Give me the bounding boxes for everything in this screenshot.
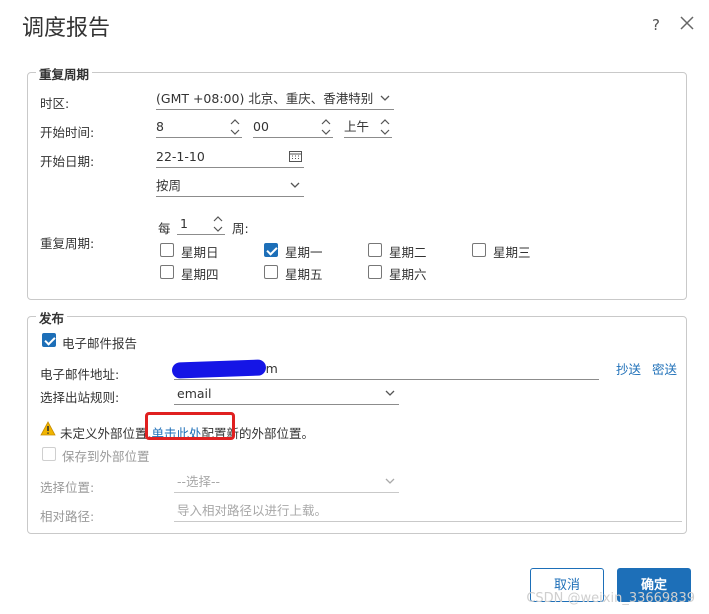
weekday-label: 星期四: [181, 267, 219, 282]
weekday-checkbox[interactable]: [264, 265, 278, 279]
weekday-checkbox[interactable]: [160, 265, 174, 279]
outbound-rule-value: email: [177, 386, 212, 401]
start-date-value: 22-1-10: [156, 149, 205, 164]
watermark: CSDN @weixin_33669839: [526, 591, 695, 606]
start-time-label: 开始时间:: [40, 125, 95, 140]
weekday-checkbox[interactable]: [368, 265, 382, 279]
repeat-section-legend: 重复周期: [36, 64, 93, 83]
spinner-icon: [321, 119, 331, 135]
help-button[interactable]: ?: [652, 16, 660, 34]
ampm-value: 上午: [344, 119, 370, 134]
select-location-select[interactable]: --选择--: [174, 472, 399, 493]
every-unit: 周:: [232, 221, 249, 236]
spinner-icon: [230, 119, 240, 135]
select-location-label: 选择位置:: [40, 480, 95, 495]
weekday-checkbox[interactable]: [264, 243, 278, 257]
chevron-down-icon: [380, 95, 390, 101]
select-location-placeholder: --选择--: [177, 474, 221, 489]
spinner-icon: [380, 119, 390, 135]
timezone-select[interactable]: (GMT +08:00) 北京、重庆、香港特别: [156, 89, 394, 110]
timezone-label: 时区:: [40, 96, 70, 111]
chevron-down-icon: [385, 478, 395, 484]
ampm-stepper[interactable]: 上午: [344, 117, 392, 138]
relative-path-placeholder: 导入相对路径以进行上载。: [177, 503, 328, 518]
chevron-down-icon: [385, 390, 395, 396]
cc-link[interactable]: 抄送: [616, 359, 641, 378]
warning-prefix: 未定义外部位置,: [60, 426, 152, 441]
weekday-label: 星期六: [389, 267, 427, 282]
chevron-down-icon: [290, 182, 300, 188]
minute-value: 00: [253, 119, 269, 134]
every-stepper[interactable]: 1: [177, 214, 225, 235]
redaction-scribble: [171, 359, 267, 379]
outbound-rule-select[interactable]: email: [174, 384, 399, 405]
minute-stepper[interactable]: 00: [253, 117, 333, 138]
relative-path-input[interactable]: 导入相对路径以进行上载。: [174, 501, 682, 522]
start-date-label: 开始日期:: [40, 154, 95, 169]
frequency-select[interactable]: 按周: [156, 176, 304, 197]
publish-section-legend: 发布: [36, 308, 68, 327]
email-report-label: 电子邮件报告: [62, 336, 138, 351]
start-date-field[interactable]: 22-1-10: [156, 147, 304, 168]
hour-value: 8: [156, 119, 164, 134]
save-external-label: 保存到外部位置: [62, 449, 150, 464]
warning-icon: [40, 421, 56, 436]
highlight-box: [145, 412, 235, 440]
frequency-value: 按周: [156, 178, 182, 193]
weekday-label: 星期一: [285, 245, 323, 260]
email-address-label: 电子邮件地址:: [40, 367, 120, 382]
weekday-label: 星期日: [181, 245, 219, 260]
repeat-label: 重复周期:: [40, 236, 95, 251]
every-value: 1: [180, 216, 188, 231]
hour-stepper[interactable]: 8: [156, 117, 242, 138]
timezone-value: (GMT +08:00) 北京、重庆、香港特别: [156, 91, 374, 106]
relative-path-label: 相对路径:: [40, 509, 95, 524]
weekday-label: 星期五: [285, 267, 323, 282]
weekday-label: 星期二: [389, 245, 427, 260]
outbound-rule-label: 选择出站规则:: [40, 390, 120, 405]
dialog-title: 调度报告: [22, 16, 111, 41]
weekday-label: 星期三: [493, 245, 531, 260]
weekday-checkbox[interactable]: [368, 243, 382, 257]
bcc-link[interactable]: 密送: [652, 359, 677, 378]
weekday-checkbox[interactable]: [472, 243, 486, 257]
calendar-icon[interactable]: [289, 150, 302, 162]
spinner-icon: [213, 216, 223, 232]
email-report-checkbox[interactable]: [42, 333, 56, 347]
every-prefix: 每: [158, 221, 171, 236]
save-external-checkbox[interactable]: [42, 447, 56, 461]
weekday-checkbox[interactable]: [160, 243, 174, 257]
close-icon[interactable]: [678, 14, 696, 32]
